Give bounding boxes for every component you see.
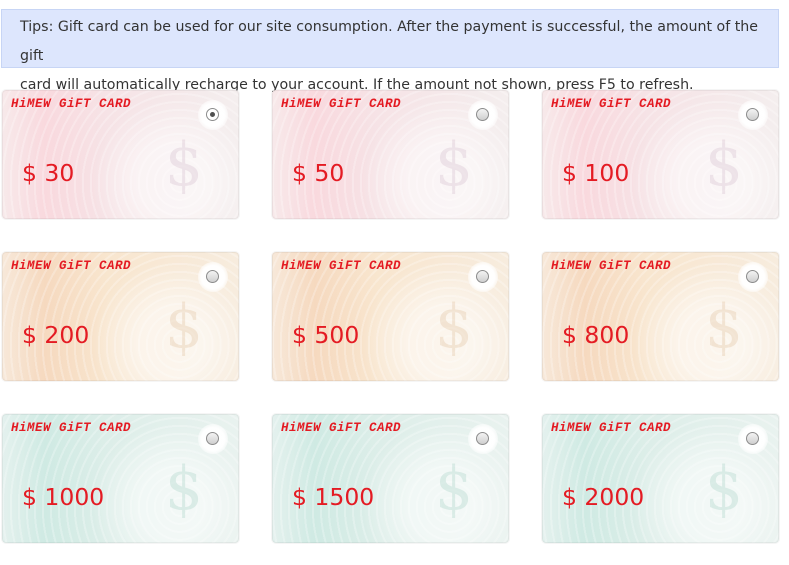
dollar-watermark-icon: $ bbox=[434, 130, 474, 200]
card-brand-label: HiMEW GiFT CARD bbox=[281, 259, 402, 273]
card-brand-label: HiMEW GiFT CARD bbox=[551, 259, 672, 273]
card-radio-holder bbox=[468, 262, 498, 292]
dollar-watermark-icon: $ bbox=[164, 130, 204, 200]
gift-card-200[interactable]: $ HiMEW GiFT CARD $ 200 bbox=[2, 252, 239, 381]
card-radio-holder bbox=[738, 100, 768, 130]
card-brand-label: HiMEW GiFT CARD bbox=[551, 97, 672, 111]
card-brand-label: HiMEW GiFT CARD bbox=[281, 97, 402, 111]
card-radio-button[interactable] bbox=[746, 108, 759, 121]
card-radio-holder bbox=[738, 262, 768, 292]
card-brand-label: HiMEW GiFT CARD bbox=[11, 421, 132, 435]
card-radio-button[interactable] bbox=[746, 270, 759, 283]
card-radio-holder bbox=[468, 424, 498, 454]
card-radio-holder bbox=[468, 100, 498, 130]
card-amount: $ 1500 bbox=[292, 483, 375, 511]
dollar-watermark-icon: $ bbox=[434, 292, 474, 362]
tips-line-1: Tips: Gift card can be used for our site… bbox=[20, 19, 758, 64]
card-radio-button[interactable] bbox=[206, 270, 219, 283]
card-radio-button[interactable] bbox=[206, 432, 219, 445]
card-radio-button[interactable] bbox=[746, 432, 759, 445]
gift-card-100[interactable]: $ HiMEW GiFT CARD $ 100 bbox=[542, 90, 779, 219]
dollar-watermark-icon: $ bbox=[704, 292, 744, 362]
card-radio-button[interactable] bbox=[476, 108, 489, 121]
dollar-watermark-icon: $ bbox=[164, 292, 204, 362]
card-amount: $ 200 bbox=[22, 321, 90, 349]
card-radio-holder bbox=[198, 424, 228, 454]
gift-card-800[interactable]: $ HiMEW GiFT CARD $ 800 bbox=[542, 252, 779, 381]
card-amount: $ 50 bbox=[292, 159, 345, 187]
dollar-watermark-icon: $ bbox=[704, 454, 744, 524]
card-amount: $ 100 bbox=[562, 159, 630, 187]
card-amount: $ 30 bbox=[22, 159, 75, 187]
card-brand-label: HiMEW GiFT CARD bbox=[281, 421, 402, 435]
card-amount: $ 1000 bbox=[22, 483, 105, 511]
dollar-watermark-icon: $ bbox=[434, 454, 474, 524]
dollar-watermark-icon: $ bbox=[164, 454, 204, 524]
card-brand-label: HiMEW GiFT CARD bbox=[551, 421, 672, 435]
card-brand-label: HiMEW GiFT CARD bbox=[11, 97, 132, 111]
card-radio-holder bbox=[198, 262, 228, 292]
card-radio-button[interactable] bbox=[476, 432, 489, 445]
gift-card-30[interactable]: $ HiMEW GiFT CARD $ 30 bbox=[2, 90, 239, 219]
gift-card-50[interactable]: $ HiMEW GiFT CARD $ 50 bbox=[272, 90, 509, 219]
card-brand-label: HiMEW GiFT CARD bbox=[11, 259, 132, 273]
gift-card-1000[interactable]: $ HiMEW GiFT CARD $ 1000 bbox=[2, 414, 239, 543]
card-radio-holder bbox=[738, 424, 768, 454]
card-amount: $ 2000 bbox=[562, 483, 645, 511]
card-amount: $ 800 bbox=[562, 321, 630, 349]
card-radio-button[interactable] bbox=[476, 270, 489, 283]
card-amount: $ 500 bbox=[292, 321, 360, 349]
gift-card-1500[interactable]: $ HiMEW GiFT CARD $ 1500 bbox=[272, 414, 509, 543]
card-radio-holder bbox=[198, 100, 228, 130]
dollar-watermark-icon: $ bbox=[704, 130, 744, 200]
gift-card-grid: $ HiMEW GiFT CARD $ 30 $ HiMEW GiFT CARD… bbox=[2, 90, 780, 546]
tips-banner: Tips: Gift card can be used for our site… bbox=[1, 9, 779, 93]
card-radio-button[interactable] bbox=[206, 108, 219, 121]
gift-card-500[interactable]: $ HiMEW GiFT CARD $ 500 bbox=[272, 252, 509, 381]
gift-card-2000[interactable]: $ HiMEW GiFT CARD $ 2000 bbox=[542, 414, 779, 543]
